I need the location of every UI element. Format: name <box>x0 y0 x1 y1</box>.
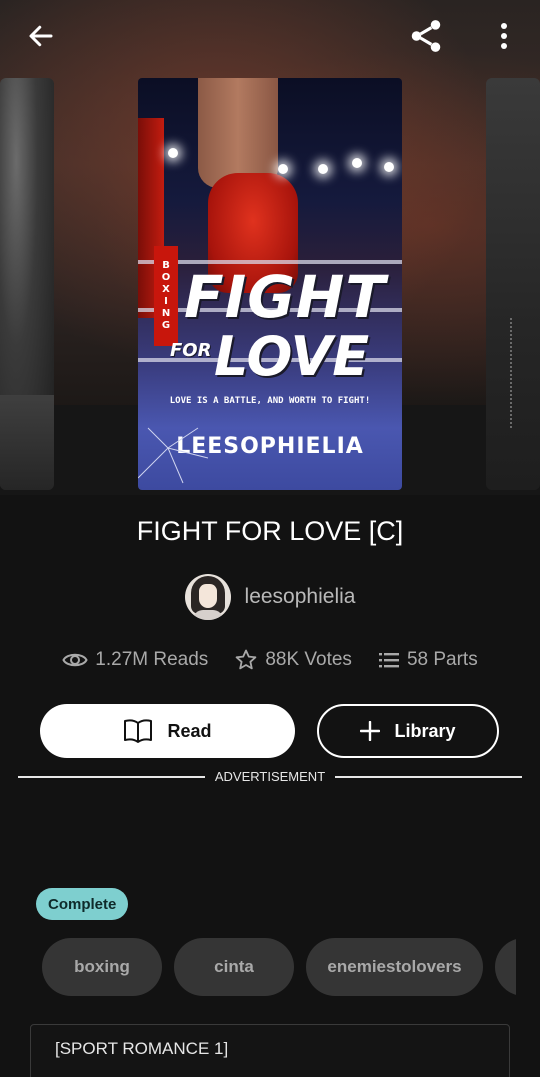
library-button-label: Library <box>394 720 456 741</box>
story-title: FIGHT FOR LOVE [C] <box>136 516 404 546</box>
arrow-left-icon <box>29 25 53 47</box>
read-button[interactable]: Read <box>40 704 295 758</box>
tag-chip[interactable]: boxing <box>42 938 162 996</box>
tag-chip[interactable]: cinta <box>174 938 294 996</box>
book-open-icon <box>124 719 153 743</box>
cover-art <box>168 148 178 158</box>
parts-count: 58 Parts <box>406 649 478 670</box>
share-icon <box>411 20 441 52</box>
cover-art <box>278 164 288 174</box>
author-link[interactable]: leesophielia <box>0 574 540 620</box>
votes-count: 88K Votes <box>265 649 352 670</box>
tag-chip-partial[interactable] <box>495 938 516 996</box>
cover-tagline: LOVE IS A BATTLE, AND WORTH TO FIGHT! <box>169 396 371 406</box>
story-cover[interactable]: BOXING FIGHT FOR LOVE LOVE IS A BATTLE, … <box>138 78 402 490</box>
next-cover[interactable] <box>486 78 540 490</box>
avatar[interactable] <box>184 574 231 620</box>
cover-title-love: LOVE <box>214 325 370 388</box>
more-vertical-icon <box>501 23 507 49</box>
add-to-library-button[interactable]: Library <box>317 704 499 758</box>
advertisement-label: ADVERTISEMENT <box>214 769 326 784</box>
cover-art <box>0 395 54 490</box>
star-icon <box>236 649 257 670</box>
avatar-art <box>192 610 223 620</box>
cover-art <box>198 78 278 188</box>
cover-art <box>352 158 362 168</box>
cover-art <box>510 318 518 428</box>
tag-list: boxing cinta enemiestolovers <box>42 938 516 996</box>
cover-title-fight: FIGHT <box>184 263 386 331</box>
read-button-label: Read <box>167 720 212 741</box>
cover-art <box>138 427 209 484</box>
story-description[interactable]: [SPORT ROMANCE 1] <box>30 1024 510 1077</box>
share-button[interactable] <box>402 14 450 58</box>
reads-count: 1.27M Reads <box>95 649 209 670</box>
cover-boxing-label: BOXING <box>154 246 178 346</box>
author-name[interactable]: leesophielia <box>245 585 356 609</box>
avatar-art <box>198 584 217 608</box>
cover-art <box>384 162 394 172</box>
parts-stat[interactable]: 58 Parts <box>378 649 478 671</box>
more-options-button[interactable] <box>484 14 524 58</box>
list-icon <box>378 653 399 668</box>
back-button[interactable] <box>18 14 64 58</box>
votes-stat: 88K Votes <box>234 648 352 672</box>
eye-icon <box>62 653 88 667</box>
advertisement-divider: ADVERTISEMENT <box>18 766 522 786</box>
tag-chip[interactable]: enemiestolovers <box>306 938 483 996</box>
status-badge: Complete <box>36 888 129 920</box>
description-text: [SPORT ROMANCE 1] <box>55 1039 229 1058</box>
previous-cover[interactable] <box>0 78 54 490</box>
plus-icon <box>360 721 381 741</box>
cover-title-for: FOR <box>170 340 212 361</box>
reads-stat: 1.27M Reads <box>62 649 208 671</box>
cover-art <box>318 164 328 174</box>
story-stats: 1.27M Reads 88K Votes 58 Parts <box>0 644 540 676</box>
top-bar <box>0 0 540 72</box>
